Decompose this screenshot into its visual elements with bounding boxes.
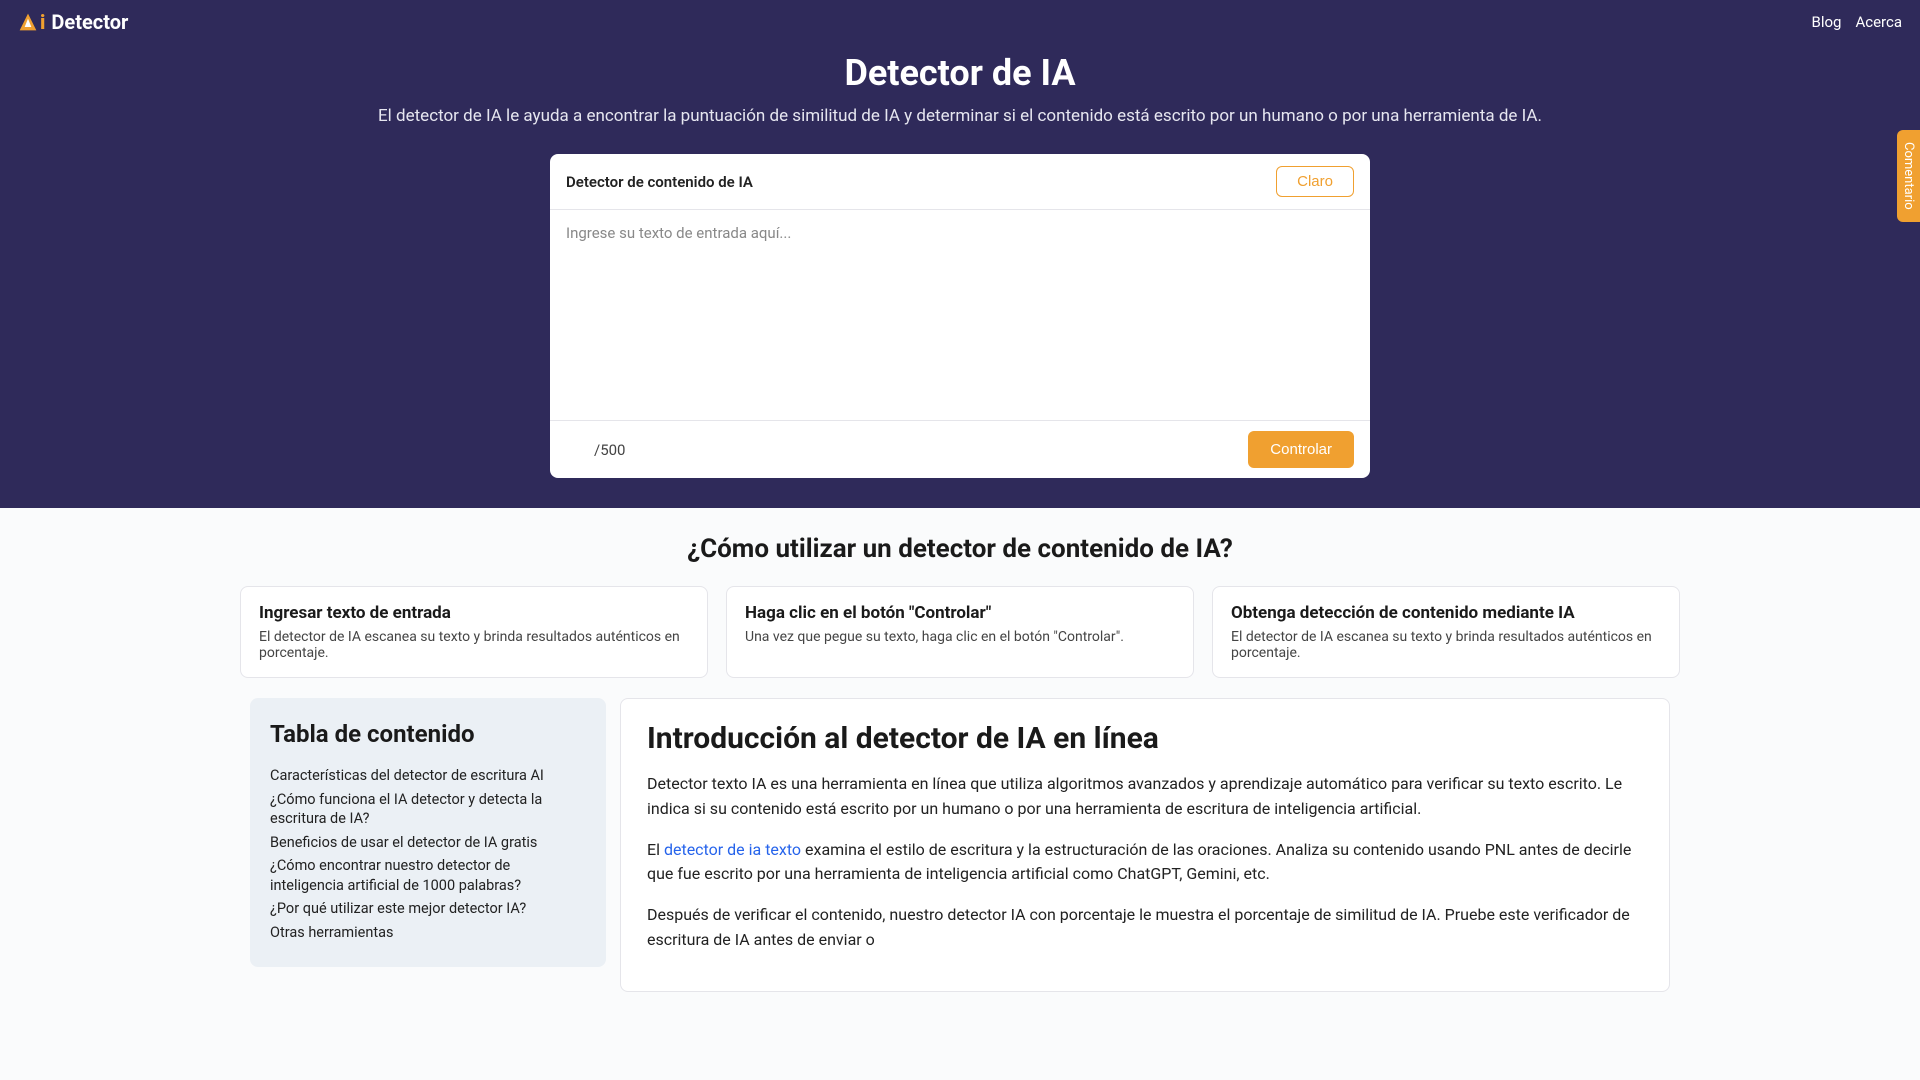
toc-item[interactable]: ¿Por qué utilizar este mejor detector IA… bbox=[270, 897, 586, 921]
toc-title: Tabla de contenido bbox=[270, 720, 586, 748]
toc-item[interactable]: ¿Cómo encontrar nuestro detector de inte… bbox=[270, 854, 586, 897]
hero-section: i Detector Blog Acerca Detector de IA El… bbox=[0, 0, 1920, 508]
article-paragraph: El detector de ia texto examina el estil… bbox=[647, 838, 1643, 888]
article-intro-title: Introducción al detector de IA en línea bbox=[647, 721, 1643, 756]
detector-tool-card: Detector de contenido de IA Claro /500 C… bbox=[550, 154, 1370, 478]
steps-row: Ingresar texto de entrada El detector de… bbox=[240, 586, 1680, 678]
tool-footer: /500 Controlar bbox=[550, 420, 1370, 478]
step-title: Ingresar texto de entrada bbox=[259, 603, 689, 623]
page-subtitle: El detector de IA le ayuda a encontrar l… bbox=[18, 106, 1902, 126]
tool-panel-title: Detector de contenido de IA bbox=[566, 173, 753, 191]
step-title: Obtenga detección de contenido mediante … bbox=[1231, 603, 1661, 623]
submit-button[interactable]: Controlar bbox=[1248, 431, 1354, 468]
input-textarea[interactable] bbox=[550, 210, 1370, 420]
toc-item[interactable]: Características del detector de escritur… bbox=[270, 764, 586, 788]
howto-section: ¿Cómo utilizar un detector de contenido … bbox=[0, 508, 1920, 698]
inline-link[interactable]: detector de ia texto bbox=[664, 840, 801, 859]
howto-title: ¿Cómo utilizar un detector de contenido … bbox=[18, 534, 1902, 564]
toc-list: Características del detector de escritur… bbox=[270, 764, 586, 945]
logo[interactable]: i Detector bbox=[18, 10, 128, 34]
tool-header: Detector de contenido de IA Claro bbox=[550, 154, 1370, 210]
toc-item[interactable]: ¿Cómo funciona el IA detector y detecta … bbox=[270, 788, 586, 831]
toc-item[interactable]: Otras herramientas bbox=[270, 921, 586, 945]
article-paragraph: Detector texto IA es una herramienta en … bbox=[647, 772, 1643, 822]
step-desc: Una vez que pegue su texto, haga clic en… bbox=[745, 629, 1175, 645]
step-card: Obtenga detección de contenido mediante … bbox=[1212, 586, 1680, 678]
nav-blog-link[interactable]: Blog bbox=[1811, 13, 1841, 31]
page-title: Detector de IA bbox=[18, 52, 1902, 94]
clear-button[interactable]: Claro bbox=[1276, 166, 1354, 197]
step-card: Ingresar texto de entrada El detector de… bbox=[240, 586, 708, 678]
nav-about-link[interactable]: Acerca bbox=[1855, 13, 1902, 31]
logo-word: Detector bbox=[51, 10, 128, 34]
nav-links: Blog Acerca bbox=[1811, 13, 1902, 31]
step-title: Haga clic en el botón "Controlar" bbox=[745, 603, 1175, 623]
step-desc: El detector de IA escanea su texto y bri… bbox=[1231, 629, 1661, 661]
step-desc: El detector de IA escanea su texto y bri… bbox=[259, 629, 689, 661]
article-paragraph: Después de verificar el contenido, nuest… bbox=[647, 903, 1643, 953]
logo-ai-icon: i bbox=[18, 10, 45, 34]
step-card: Haga clic en el botón "Controlar" Una ve… bbox=[726, 586, 1194, 678]
table-of-contents: Tabla de contenido Características del d… bbox=[250, 698, 606, 967]
content-area: Tabla de contenido Características del d… bbox=[232, 698, 1688, 1022]
article: Introducción al detector de IA en línea … bbox=[620, 698, 1670, 992]
feedback-tab[interactable]: Comentario bbox=[1897, 130, 1920, 222]
toc-item[interactable]: Beneficios de usar el detector de IA gra… bbox=[270, 831, 586, 855]
char-counter: /500 bbox=[566, 441, 625, 459]
top-nav: i Detector Blog Acerca bbox=[18, 10, 1902, 34]
